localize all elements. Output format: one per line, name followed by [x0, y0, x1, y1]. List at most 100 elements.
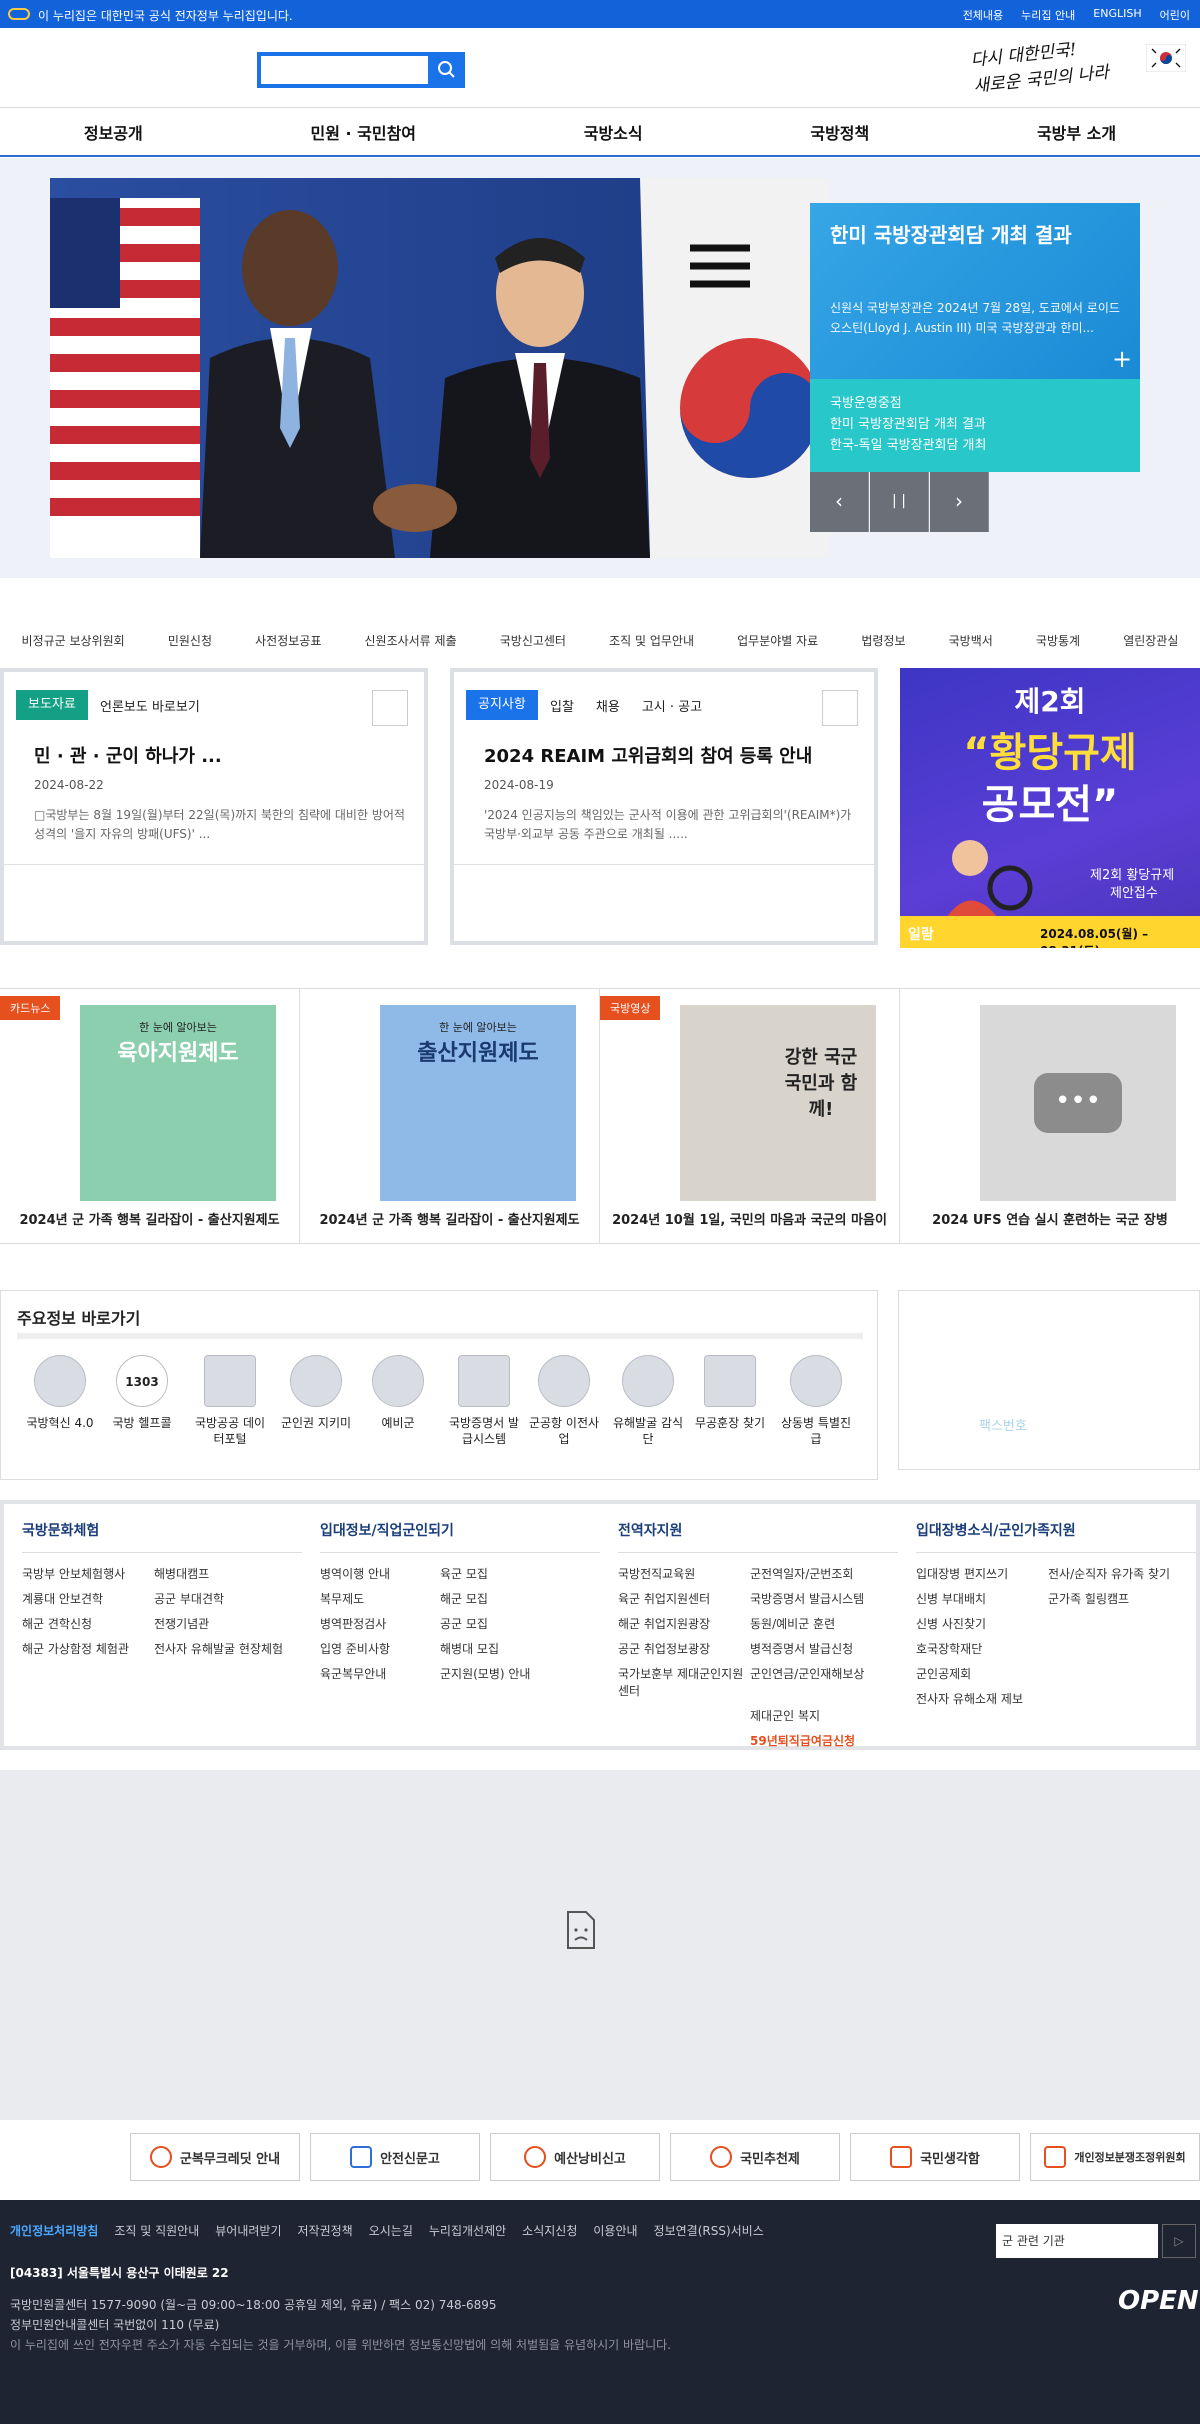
link-item[interactable]: 해군 견학신청: [22, 1615, 154, 1632]
link-item[interactable]: 병역판정검사: [320, 1615, 440, 1632]
link-item-highlight[interactable]: 59년퇴직급여금신청: [750, 1732, 882, 1749]
media-item[interactable]: 한 눈에 알아보는 출산지원제도 2024년 군 가족 행복 길라잡이 - 출산…: [300, 989, 600, 1243]
info-item[interactable]: 1303 국방 헬프콜: [105, 1355, 179, 1431]
quick-link[interactable]: 열린장관실: [1123, 632, 1178, 662]
hero-caption[interactable]: 한미 국방장관회담 개최 결과 신원식 국방부장관은 2024년 7월 28일,…: [810, 203, 1140, 379]
link-item[interactable]: 병역이행 안내: [320, 1565, 440, 1582]
hero-title[interactable]: 한미 국방장관회담 개최 결과: [830, 219, 1120, 248]
link-item[interactable]: 전사자 유해발굴 현장체험: [154, 1640, 286, 1657]
hero-sub-item[interactable]: 국방운영중점: [830, 393, 1120, 414]
nav-policy[interactable]: 국방정책: [810, 120, 869, 144]
link-item[interactable]: 호국장학재단: [916, 1640, 1048, 1657]
footer-link[interactable]: 뷰어내려받기: [215, 2222, 281, 2239]
info-item[interactable]: 군인권 지키미: [279, 1355, 353, 1431]
footer-link[interactable]: 저작권정책: [298, 2222, 353, 2239]
promo-banner[interactable]: 제2회 “황당규제 공모전” 제2회 황당규제 제안접수 일람 2024.08.…: [900, 668, 1200, 948]
search-button[interactable]: [428, 52, 465, 88]
banner-safety-report[interactable]: 안전신문고: [310, 2133, 480, 2181]
quick-link[interactable]: 신원조사서류 제출: [364, 632, 456, 662]
press-title[interactable]: 민 · 관 · 군이 하나가 ...: [34, 742, 222, 768]
link-item[interactable]: 동원/예비군 훈련: [750, 1615, 882, 1632]
top-link-guide[interactable]: 누리집 안내: [1021, 7, 1075, 23]
media-item[interactable]: ••• 2024 UFS 연습 실시 훈련하는 국군 장병: [900, 989, 1200, 1243]
nav-news[interactable]: 국방소식: [584, 120, 643, 144]
link-item[interactable]: 입대장병 편지쓰기: [916, 1565, 1048, 1582]
link-item[interactable]: 육군 모집: [440, 1565, 560, 1582]
link-item[interactable]: 전쟁기념관: [154, 1615, 286, 1632]
link-item[interactable]: 공군 부대견학: [154, 1590, 286, 1607]
press-more-button[interactable]: [372, 690, 408, 726]
quick-link[interactable]: 국방신고센터: [500, 632, 566, 662]
link-item[interactable]: 군지원(모병) 안내: [440, 1665, 560, 1682]
notice-title[interactable]: 2024 REAIM 고위급회의 참여 등록 안내: [484, 742, 812, 768]
quick-link[interactable]: 민원신청: [168, 632, 212, 662]
link-item[interactable]: 군가족 힐링캠프: [1048, 1590, 1180, 1607]
quick-link[interactable]: 조직 및 업무안내: [609, 632, 694, 662]
link-item[interactable]: 신병 사진찾기: [916, 1615, 1048, 1632]
banner-recommend[interactable]: 국민추천제: [670, 2133, 840, 2181]
link-item[interactable]: 국방부 안보체험행사: [22, 1565, 154, 1582]
link-item[interactable]: 전사/순직자 유가족 찾기: [1048, 1565, 1180, 1582]
footer-link[interactable]: 오시는길: [369, 2222, 413, 2239]
banner-idea-box[interactable]: 국민생각함: [850, 2133, 1020, 2181]
press-tab[interactable]: 언론보도 바로보기: [100, 696, 200, 715]
link-item[interactable]: 복무제도: [320, 1590, 440, 1607]
footer-link[interactable]: 조직 및 직원안내: [114, 2222, 199, 2239]
link-item[interactable]: 전사자 유해소재 제보: [916, 1690, 1048, 1707]
quick-link[interactable]: 업무분야별 자료: [737, 632, 818, 662]
info-item[interactable]: 군공항 이전사업: [527, 1355, 601, 1447]
nav-civil[interactable]: 민원 · 국민참여: [310, 120, 416, 144]
banner-privacy-committee[interactable]: 개인정보분쟁조정위원회: [1030, 2133, 1200, 2181]
notice-tag[interactable]: 공지사항: [466, 690, 538, 720]
footer-link[interactable]: 이용안내: [593, 2222, 637, 2239]
hero-prev-button[interactable]: ‹: [810, 472, 869, 532]
info-item[interactable]: 유해발굴 감식단: [611, 1355, 685, 1447]
hero-next-button[interactable]: ›: [930, 472, 989, 532]
info-item[interactable]: 상동병 특별진급: [779, 1355, 853, 1447]
link-item[interactable]: 군전역일자/군번조회: [750, 1565, 882, 1582]
hero-sub-item[interactable]: 한미 국방장관회담 개최 결과: [830, 414, 1120, 435]
info-item[interactable]: 무공훈장 찾기: [693, 1355, 767, 1431]
info-item[interactable]: 국방혁신 4.0: [23, 1355, 97, 1431]
link-item[interactable]: 입영 준비사항: [320, 1640, 440, 1657]
quick-link[interactable]: 사전정보공표: [255, 632, 321, 662]
press-tag[interactable]: 보도자료: [16, 690, 88, 720]
link-item[interactable]: 제대군인 복지: [750, 1707, 882, 1724]
notice-tab[interactable]: 채용: [596, 696, 620, 715]
footer-link[interactable]: 누리집개선제안: [429, 2222, 506, 2239]
quick-link[interactable]: 법령정보: [861, 632, 905, 662]
quick-link[interactable]: 국방백서: [949, 632, 993, 662]
info-item[interactable]: 국방공공 데이터포털: [193, 1355, 267, 1447]
link-item[interactable]: 군인연금/군인재해보상: [750, 1665, 882, 1699]
media-item[interactable]: 한 눈에 알아보는 육아지원제도 카드뉴스 2024년 군 가족 행복 길라잡이…: [0, 989, 300, 1243]
link-item[interactable]: 신병 부대배치: [916, 1590, 1048, 1607]
link-item[interactable]: 해군 취업지원광장: [618, 1615, 750, 1632]
link-item[interactable]: 공군 모집: [440, 1615, 560, 1632]
link-item[interactable]: 해군 가상함정 체험관: [22, 1640, 154, 1657]
link-item[interactable]: 국방증명서 발급시스템: [750, 1590, 882, 1607]
link-item[interactable]: 해군 모집: [440, 1590, 560, 1607]
hero-sub-item[interactable]: 한국-독일 국방장관회담 개최: [830, 435, 1120, 456]
footer-link[interactable]: 소식지신청: [522, 2222, 577, 2239]
link-item[interactable]: 국가보훈부 제대군인지원센터: [618, 1665, 750, 1699]
notice-tab[interactable]: 고시 · 공고: [642, 696, 702, 715]
hero-photo[interactable]: [50, 178, 830, 558]
notice-more-button[interactable]: [822, 690, 858, 726]
footer-link-privacy[interactable]: 개인정보처리방침: [10, 2222, 98, 2239]
quick-link[interactable]: 국방통계: [1036, 632, 1080, 662]
related-sites-go-button[interactable]: ▷: [1162, 2224, 1196, 2258]
link-item[interactable]: 계룡대 안보견학: [22, 1590, 154, 1607]
hero-pause-button[interactable]: | |: [870, 472, 929, 532]
info-item[interactable]: 국방증명서 발급시스템: [447, 1355, 521, 1447]
footer-link[interactable]: 정보연결(RSS)서비스: [654, 2222, 764, 2239]
link-item[interactable]: 해병대캠프: [154, 1565, 286, 1582]
top-link-english[interactable]: ENGLISH: [1093, 7, 1141, 23]
link-item[interactable]: 군인공제회: [916, 1665, 1048, 1682]
notice-tab[interactable]: 입찰: [550, 696, 574, 715]
link-item[interactable]: 육군 취업지원센터: [618, 1590, 750, 1607]
link-item[interactable]: 해병대 모집: [440, 1640, 560, 1657]
related-sites-select[interactable]: 군 관련 기관: [996, 2224, 1158, 2258]
nav-about[interactable]: 국방부 소개: [1037, 120, 1116, 144]
hero-more-button[interactable]: +: [1108, 346, 1136, 374]
info-item[interactable]: 예비군: [361, 1355, 435, 1431]
